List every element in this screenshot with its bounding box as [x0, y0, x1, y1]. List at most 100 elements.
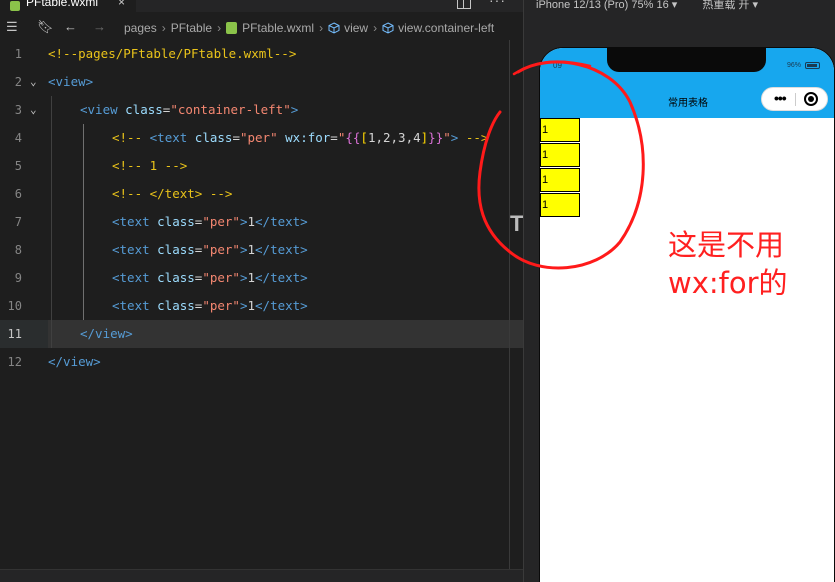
- indent-guide: [83, 264, 84, 292]
- chevron-right-icon: ›: [161, 21, 166, 35]
- breadcrumb-item-file[interactable]: PFtable.wxml: [242, 21, 314, 35]
- code-token: </text>: [255, 298, 308, 313]
- indent-guide: [83, 152, 84, 180]
- hot-reload-toggle[interactable]: 热重载 开 ▾: [702, 0, 758, 11]
- code-token: <view>: [48, 74, 94, 89]
- annotation-line-1: 这是不用: [668, 228, 785, 262]
- code-content: <!-- <text class="per" wx:for="{{[1,2,3,…: [112, 124, 488, 152]
- code-line[interactable]: 6 <!-- </text> -->: [0, 180, 523, 208]
- code-line[interactable]: 9 <text class="per">1</text>: [0, 264, 523, 292]
- back-arrow-icon[interactable]: ←: [64, 19, 77, 34]
- code-token: 1: [247, 298, 256, 313]
- indent-guide: [51, 292, 52, 320]
- code-token: <!--pages/PFtable/PFtable.wxml-->: [48, 46, 297, 61]
- code-token: >: [239, 242, 248, 257]
- indent-guide: [51, 152, 52, 180]
- indent-guide: [51, 208, 52, 236]
- line-number: 12: [7, 355, 22, 369]
- indent-guide: [83, 208, 84, 236]
- code-token: =: [330, 130, 338, 145]
- split-editor-icon[interactable]: [457, 0, 471, 9]
- code-line[interactable]: 12 </view>: [0, 348, 523, 376]
- code-token: "per": [202, 214, 240, 229]
- code-line[interactable]: 1 <!--pages/PFtable/PFtable.wxml-->: [0, 40, 523, 68]
- code-line[interactable]: 7 <text class="per">1</text>: [0, 208, 523, 236]
- text-cursor-icon: T: [510, 211, 524, 236]
- capsule-divider: [795, 93, 796, 106]
- phone-notch: [607, 48, 766, 72]
- phone-simulator: 09 96% 常用表格 ••• 1 1 1 1: [539, 47, 835, 582]
- code-lines[interactable]: 1 <!--pages/PFtable/PFtable.wxml--> 2 ⌄ <vie…: [0, 40, 523, 376]
- code-line[interactable]: 5 <!-- 1 -->: [0, 152, 523, 180]
- cube-icon: [328, 22, 340, 34]
- code-line[interactable]: 2 ⌄ <view>: [0, 68, 523, 96]
- device-select[interactable]: iPhone 12/13 (Pro) 75% 16 ▾: [536, 0, 677, 11]
- more-menu-button[interactable]: •••: [774, 90, 787, 106]
- annotation-line-2: wx:for的: [668, 266, 788, 300]
- code-token: =: [232, 130, 240, 145]
- code-line[interactable]: 10 <text class="per">1</text>: [0, 292, 523, 320]
- code-token: >: [239, 298, 248, 313]
- status-time: 09: [553, 61, 562, 70]
- code-token: 1: [247, 242, 256, 257]
- indent-guide: [83, 180, 84, 208]
- indent-guide: [51, 264, 52, 292]
- code-content: </view>: [48, 348, 101, 376]
- code-token: <text: [112, 242, 158, 257]
- fold-chevron-icon[interactable]: ⌄: [30, 68, 37, 96]
- scrollbar-track[interactable]: [509, 40, 510, 570]
- status-battery-percent: 96%: [787, 62, 802, 69]
- breadcrumb-item-container-left[interactable]: view.container-left: [398, 21, 494, 35]
- code-token: </view>: [80, 326, 133, 341]
- simulator-toolbar: iPhone 12/13 (Pro) 75% 16 ▾ 热重载 开 ▾: [536, 0, 758, 12]
- per-item: 1: [540, 143, 580, 167]
- code-token: "per": [239, 130, 278, 145]
- code-token: <view: [80, 102, 126, 117]
- code-editor[interactable]: PFtable.wxml × ··· ☰ 🔖︎ ← → pages › PFta…: [0, 0, 523, 582]
- code-token: "per": [202, 242, 240, 257]
- code-token: "container-left": [170, 102, 291, 117]
- code-token: <!--: [112, 130, 150, 145]
- code-line[interactable]: 4 <!-- <text class="per" wx:for="{{[1,2,3…: [0, 124, 523, 152]
- code-token: {{: [345, 130, 361, 145]
- indent-guide: [51, 124, 52, 152]
- cube-icon: [382, 22, 394, 34]
- code-token: >: [239, 270, 248, 285]
- code-line[interactable]: 11 </view>: [0, 320, 523, 348]
- line-number: 3: [14, 103, 22, 117]
- breadcrumb-item-view[interactable]: view: [344, 21, 368, 35]
- code-content: <!-- </text> -->: [112, 180, 232, 208]
- line-number: 10: [7, 299, 22, 313]
- explorer-icon[interactable]: ☰: [6, 19, 18, 35]
- code-token: </view>: [48, 354, 101, 369]
- code-token: >: [239, 214, 248, 229]
- code-token: wx:for: [285, 130, 331, 145]
- editor-tab-bar: PFtable.wxml × ···: [0, 0, 523, 12]
- code-line[interactable]: 3 ⌄ <view class="container-left">: [0, 96, 523, 124]
- code-token: class: [157, 298, 195, 313]
- horizontal-scrollbar[interactable]: [0, 569, 523, 582]
- code-line[interactable]: 8 <text class="per">1</text>: [0, 236, 523, 264]
- code-token: <!-- </text> -->: [112, 186, 233, 201]
- code-token: 1: [247, 214, 256, 229]
- bookmark-icon[interactable]: 🔖︎: [37, 19, 54, 35]
- more-icon[interactable]: ···: [489, 0, 506, 8]
- line-number: 11: [7, 327, 22, 341]
- per-item: 1: [540, 168, 580, 192]
- file-icon: [226, 22, 238, 34]
- code-content: <!--pages/PFtable/PFtable.wxml-->: [48, 40, 296, 68]
- tab-pftable-wxml[interactable]: PFtable.wxml ×: [0, 0, 136, 12]
- line-number: 9: [14, 271, 22, 285]
- chevron-right-icon: ›: [217, 21, 222, 35]
- code-token: >: [290, 102, 299, 117]
- line-number: 5: [14, 159, 22, 173]
- tab-close-icon[interactable]: ×: [118, 0, 125, 9]
- breadcrumb-item-pftable[interactable]: PFtable: [171, 21, 212, 35]
- line-number: 2: [14, 75, 22, 89]
- forward-arrow-icon[interactable]: →: [93, 19, 106, 34]
- chevron-right-icon: ›: [373, 21, 378, 35]
- fold-chevron-icon[interactable]: ⌄: [30, 96, 37, 124]
- code-content: <!-- 1 -->: [112, 152, 187, 180]
- close-target-icon[interactable]: [804, 92, 818, 106]
- breadcrumb-item-pages[interactable]: pages: [124, 21, 157, 35]
